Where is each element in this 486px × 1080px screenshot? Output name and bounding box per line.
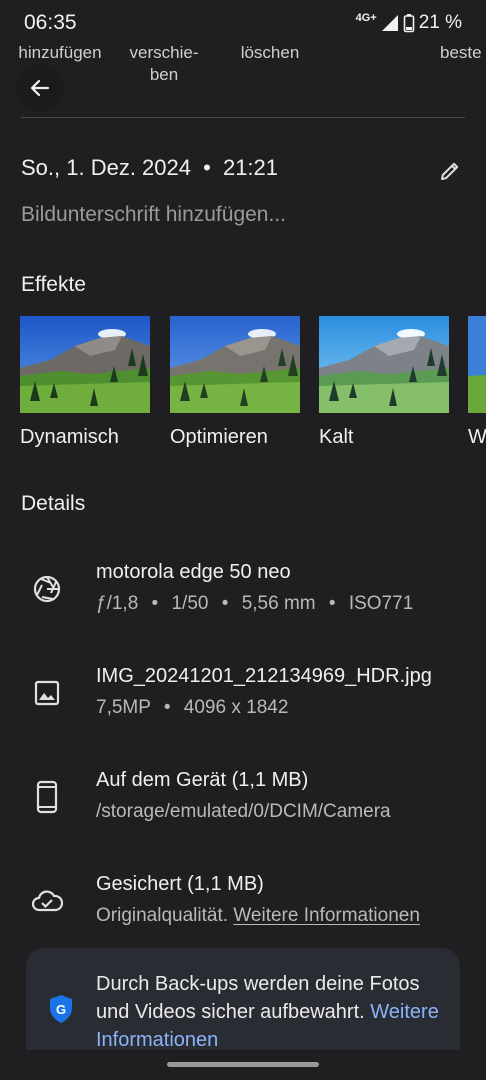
banner-text: Durch Back-ups werden deine Fotos und Vi…: [96, 970, 456, 1050]
back-button[interactable]: [16, 64, 64, 112]
effect-enhance[interactable]: Optimieren: [170, 316, 300, 448]
shutter-value: 1/50: [171, 593, 209, 614]
quality-text: Originalqualität.: [96, 905, 229, 926]
effect-thumbnail: [170, 316, 300, 413]
aperture-value: ƒ/1,8: [96, 593, 139, 614]
network-type: 4G+: [355, 12, 377, 24]
iso-value: ISO771: [348, 593, 414, 614]
effect-label: Kalt: [319, 426, 354, 448]
shield-google-icon: G: [50, 995, 72, 1023]
date-time-value: 21:21: [222, 155, 279, 180]
effect-warm[interactable]: W: [468, 316, 486, 448]
effect-thumbnail: [468, 316, 486, 413]
effect-thumbnail: [319, 316, 449, 413]
separator: •: [163, 697, 171, 718]
backup-status: Gesichert (1,1 MB): [96, 873, 264, 895]
battery-percent: 21 %: [418, 12, 462, 33]
file-name: IMG_20241201_212134969_HDR.jpg: [96, 665, 432, 687]
move-action-line2: ben: [149, 65, 179, 84]
move-action[interactable]: verschie- ben: [120, 42, 208, 86]
status-bar: 06:35 4G+ 21 %: [0, 0, 486, 48]
separator: •: [151, 593, 159, 614]
top-action-bar: hinzufügen verschie- ben löschen beste: [0, 42, 486, 88]
separator: •: [328, 593, 336, 614]
header-divider: [21, 117, 465, 118]
effect-dynamic[interactable]: Dynamisch: [20, 316, 150, 448]
backup-quality: Originalqualität. Weitere Informationen: [96, 904, 420, 928]
edit-action[interactable]: beste: [440, 42, 486, 64]
effects-title: Effekte: [21, 273, 86, 296]
delete-action[interactable]: löschen: [230, 42, 310, 64]
gesture-home-bar[interactable]: [167, 1062, 319, 1067]
date-day: So., 1. Dez. 2024: [21, 155, 191, 180]
date-separator: •: [203, 155, 211, 180]
backup-banner: G Durch Back-ups werden deine Fotos und …: [26, 948, 460, 1050]
status-icons: 4G+ 21 %: [356, 12, 462, 34]
cloud-done-icon: [30, 884, 64, 918]
add-action[interactable]: hinzufügen: [14, 42, 106, 64]
camera-model: motorola edge 50 neo: [96, 561, 291, 583]
aperture-icon: [30, 572, 64, 606]
more-info-link[interactable]: Weitere Informationen: [233, 905, 420, 926]
resolution: 4096 x 1842: [183, 697, 289, 718]
effect-label: W: [468, 426, 486, 448]
megapixels: 7,5MP: [96, 697, 151, 718]
details-title: Details: [21, 492, 86, 515]
arrow-back-icon: [30, 79, 50, 97]
camera-settings: ƒ/1,8 • 1/50 • 5,56 mm • ISO771: [96, 592, 413, 616]
file-info: 7,5MP • 4096 x 1842: [96, 696, 432, 720]
edit-date-button[interactable]: [434, 155, 466, 187]
effect-thumbnail: [20, 316, 150, 413]
signal-icon: [381, 15, 398, 31]
caption-input[interactable]: Bildunterschrift hinzufügen...: [21, 203, 286, 227]
battery-icon: [403, 14, 414, 33]
focal-value: 5,56 mm: [241, 593, 316, 614]
pencil-icon: [441, 162, 459, 180]
date-time[interactable]: So., 1. Dez. 2024 • 21:21: [21, 155, 278, 181]
effect-label: Dynamisch: [20, 426, 119, 448]
device-storage: Auf dem Gerät (1,1 MB): [96, 769, 309, 791]
svg-text:G: G: [56, 1002, 66, 1017]
separator: •: [221, 593, 229, 614]
phone-icon: [30, 780, 64, 814]
effects-carousel[interactable]: Dynamisch Optimieren Kalt W: [20, 316, 486, 456]
effect-cool[interactable]: Kalt: [319, 316, 449, 448]
storage-path: /storage/emulated/0/DCIM/Camera: [96, 801, 391, 822]
effect-label: Optimieren: [170, 426, 268, 448]
image-icon: [30, 676, 64, 710]
move-action-line1: verschie-: [129, 43, 199, 62]
status-time: 06:35: [24, 11, 77, 34]
